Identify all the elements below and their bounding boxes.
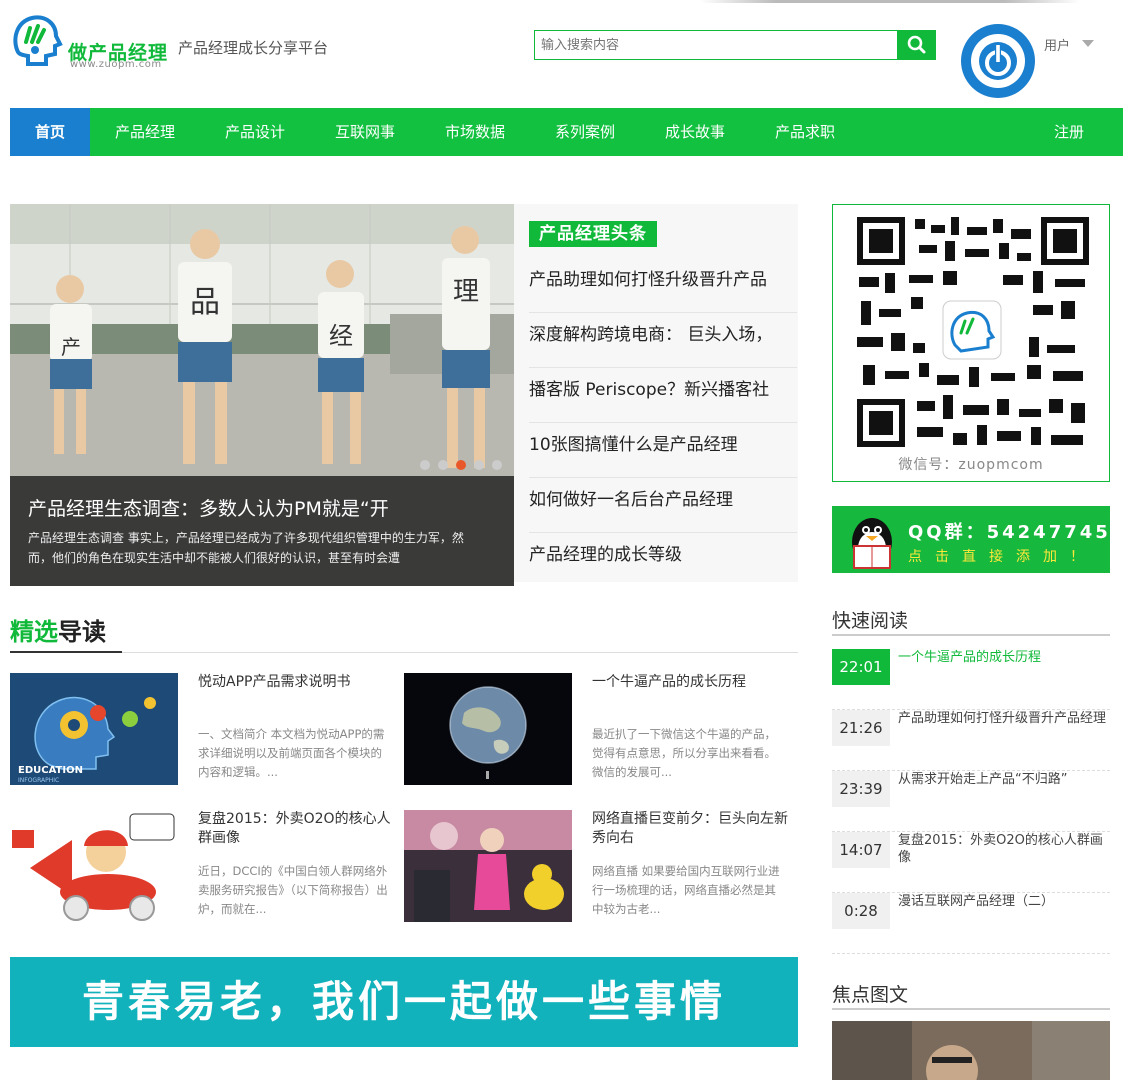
wechat-id-label: 微信号：zuopmcom [898,457,1044,473]
article-thumbnail[interactable]: EDUCATION INFOGRAPHIC [10,673,178,785]
nav-item-home[interactable]: 首页 [10,108,90,156]
nav-item-internet[interactable]: 互联网事 [320,108,410,156]
register-link[interactable]: 注册 [1040,108,1098,156]
quick-read-item[interactable]: 0:28 漫话互联网产品经理（二） [832,893,1110,954]
focus-title: 焦点图文 [832,984,909,1006]
quick-read-item[interactable]: 23:39 从需求开始走上产品“不归路” [832,771,1110,832]
search-button[interactable] [897,30,936,60]
article-desc: 最近扒了一下微信这个牛逼的产品，觉得有点意思，所以分享出来看看。微信的发展可..… [592,727,776,779]
headlines-badge: 产品经理头条 [529,221,657,247]
main-nav: 首页 产品经理 产品设计 互联网事 市场数据 系列案例 成长故事 产品求职 注册 [10,108,1123,156]
headline-item[interactable]: 产品经理的成长等级 [529,533,797,588]
wechat-qr-box [832,204,1110,482]
slider-dot-5[interactable] [492,460,502,470]
nav-item-product-design[interactable]: 产品设计 [210,108,300,156]
article-title[interactable]: 悦动APP产品需求说明书 [198,673,398,692]
qq-penguin-icon [852,518,892,569]
shirt-char-3: 经 [329,322,353,350]
education-infographic-image: EDUCATION INFOGRAPHIC [10,673,178,785]
article-desc: 一、文档简介 本文档为悦动APP的需求详细说明以及前端页面各个模块的内容和逻辑。… [198,727,385,779]
banner-text: 青春易老，我们一起做一些事情 [81,977,726,1026]
infographic-label: EDUCATION [18,765,83,776]
quick-read-time: 14:07 [832,832,890,868]
nav-item-growth-story[interactable]: 成长故事 [650,108,740,156]
quick-read-time: 23:39 [832,771,890,807]
infographic-sublabel: INFOGRAPHIC [18,777,59,784]
site-slogan: 产品经理成长分享平台 [178,39,329,57]
quick-read-text[interactable]: 产品助理如何打怪升级晋升产品经理 [898,710,1110,727]
article-desc: 近日，DCCI的《中国白领人群网络外卖服务研究报告》（以下简称报告）出炉，而就在… [198,864,388,916]
article-desc: 网络直播 如果要给国内互联网行业进行一场梳理的话，网络直播必然是其中较为古老..… [592,864,780,916]
quick-read-time: 0:28 [832,893,890,929]
focus-image[interactable] [832,1021,1110,1080]
search-icon [907,35,926,54]
article-title[interactable]: 一个牛逼产品的成长历程 [592,673,792,692]
headline-item[interactable]: 10张图搞懂什么是产品经理 [529,423,797,478]
quick-read-text[interactable]: 漫话互联网产品经理（二） [898,893,1110,910]
power-icon [971,34,1025,88]
slider-dot-4[interactable] [474,460,484,470]
quick-read-item[interactable]: 22:01 一个牛逼产品的成长历程 [832,649,1110,710]
article-title[interactable]: 网络直播巨变前夕：巨头向左新秀向右 [592,810,792,848]
top-shadow [700,0,1080,3]
slider-caption-title[interactable]: 产品经理生态调查：多数人认为PM就是“开 [28,494,498,521]
quick-read-text[interactable]: 复盘2015：外卖O2O的核心人群画像 [898,832,1110,866]
nav-item-jobs[interactable]: 产品求职 [760,108,850,156]
quick-read-divider [832,634,1110,636]
user-menu-label[interactable]: 用户 [1044,35,1070,54]
nav-item-market-data[interactable]: 市场数据 [430,108,520,156]
shirt-char-4: 理 [453,277,479,307]
quick-read-text[interactable]: 从需求开始走上产品“不归路” [898,771,1110,788]
qq-group-subtitle[interactable]: 点击直接添加！ [908,546,1097,566]
focus-divider [832,1008,1110,1010]
slider-dot-1[interactable] [420,460,430,470]
headline-item[interactable]: 播客版 Periscope？新兴播客社 [529,368,797,423]
quick-read-time: 21:26 [832,710,890,746]
quick-read-title: 快速阅读 [832,610,909,632]
caret-down-icon[interactable] [1082,40,1094,47]
nav-item-product-manager[interactable]: 产品经理 [100,108,190,156]
user-avatar[interactable] [961,24,1035,98]
quick-read-text[interactable]: 一个牛逼产品的成长历程 [898,649,1110,666]
nav-item-case-series[interactable]: 系列案例 [540,108,630,156]
delivery-cartoon-image [10,810,178,922]
slider-dot-2[interactable] [438,460,448,470]
quick-read-time: 22:01 [832,649,890,685]
shirt-char-1: 产 [61,335,81,359]
article-thumbnail[interactable] [404,810,572,922]
qr-code-image [857,217,1089,447]
slider-dot-3-active[interactable] [456,460,466,470]
featured-section-title: 精选导读 [10,612,106,647]
shirt-char-2: 品 [190,285,220,320]
quick-read-item[interactable]: 14:07 复盘2015：外卖O2O的核心人群画像 [832,832,1110,893]
featured-title-dark: 导读 [58,618,106,646]
quick-read-item[interactable]: 21:26 产品助理如何打怪升级晋升产品经理 [832,710,1110,771]
featured-title-green: 精选 [10,618,58,646]
article-title[interactable]: 复盘2015：外卖O2O的核心人群画像 [198,810,398,848]
live-stream-image [404,810,572,922]
focus-photo [832,1021,1110,1080]
headline-item[interactable]: 产品助理如何打怪升级晋升产品 [529,258,797,313]
article-thumbnail[interactable] [404,673,572,785]
qq-group-title[interactable]: QQ群：54247745 [908,518,1111,544]
earth-image [404,673,572,785]
headline-item[interactable]: 深度解构跨境电商： 巨头入场， [529,313,797,368]
logo-url: www.zuopm.com [70,59,162,70]
article-thumbnail[interactable] [10,810,178,922]
featured-title-underline [10,651,122,653]
headline-item[interactable]: 如何做好一名后台产品经理 [529,478,797,533]
search-input[interactable] [534,30,898,60]
slider-caption-desc: 产品经理生态调查 事实上，产品经理已经成为了许多现代组织管理中的生力军，然而，他… [28,531,464,565]
featured-divider [10,652,798,653]
